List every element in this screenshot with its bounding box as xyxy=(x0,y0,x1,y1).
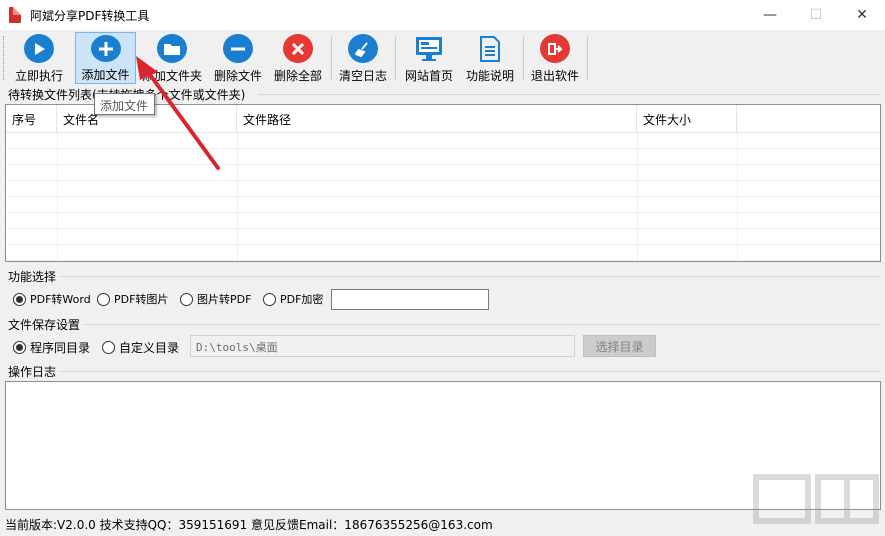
function-group-label: 功能选择 xyxy=(8,270,57,284)
column-divider xyxy=(237,133,238,261)
radio-dot xyxy=(16,344,23,351)
radio-pdf-encrypt[interactable]: PDF加密 xyxy=(263,291,323,307)
radio-label: PDF转Word xyxy=(30,293,91,306)
log-textarea[interactable] xyxy=(5,381,881,510)
table-row xyxy=(6,197,880,213)
monitor-icon xyxy=(414,34,444,63)
radio-program-directory[interactable]: 程序同目录 xyxy=(13,339,90,356)
add-file-button-label: 添加文件 xyxy=(81,68,130,82)
column-header-filepath[interactable]: 文件路径 xyxy=(237,105,637,133)
radio-circle xyxy=(102,341,115,354)
add-folder-button[interactable]: 添加文件夹 xyxy=(141,32,203,84)
delete-all-icon xyxy=(283,34,313,63)
toolbar-separator xyxy=(331,36,332,80)
password-input[interactable] xyxy=(331,289,489,310)
broom-icon xyxy=(348,34,378,63)
exit-button[interactable]: 退出软件 xyxy=(528,32,582,84)
delete-all-button[interactable]: 删除全部 xyxy=(270,32,326,84)
group-divider xyxy=(60,276,881,277)
add-folder-button-label: 添加文件夹 xyxy=(141,69,202,83)
table-row xyxy=(6,133,880,149)
play-icon xyxy=(24,34,54,63)
exit-icon xyxy=(540,34,570,63)
radio-pdf-to-image[interactable]: PDF转图片 xyxy=(97,291,168,307)
maximize-button[interactable]: ☐ xyxy=(793,0,839,30)
column-header-filesize[interactable]: 文件大小 xyxy=(637,105,737,133)
website-button[interactable]: 网站首页 xyxy=(401,32,457,84)
run-button[interactable]: 立即执行 xyxy=(10,32,68,84)
radio-label: 自定义目录 xyxy=(119,341,180,355)
toolbar-separator xyxy=(523,36,524,80)
delete-file-button[interactable]: 删除文件 xyxy=(208,32,268,84)
radio-circle xyxy=(13,341,26,354)
radio-image-to-pdf[interactable]: 图片转PDF xyxy=(180,291,251,307)
website-button-label: 网站首页 xyxy=(404,69,453,83)
radio-label: 程序同目录 xyxy=(30,341,91,355)
exit-button-label: 退出软件 xyxy=(530,69,579,83)
radio-circle xyxy=(13,292,26,306)
group-divider xyxy=(60,371,881,372)
group-divider xyxy=(258,94,881,95)
radio-dot xyxy=(16,295,23,303)
minus-icon xyxy=(223,34,253,63)
run-button-label: 立即执行 xyxy=(14,69,63,83)
tooltip: 添加文件 xyxy=(94,93,155,115)
help-button[interactable]: 功能说明 xyxy=(462,32,518,84)
radio-pdf-to-word[interactable]: PDF转Word xyxy=(13,291,91,307)
table-row xyxy=(6,165,880,181)
group-divider xyxy=(84,324,881,325)
window-title: 阿斌分享PDF转换工具 xyxy=(30,9,150,23)
plus-icon xyxy=(90,35,121,62)
delete-file-button-label: 删除文件 xyxy=(213,69,262,83)
table-row xyxy=(6,245,880,261)
toolbar-separator xyxy=(395,36,396,80)
table-row xyxy=(6,181,880,197)
column-divider xyxy=(737,133,738,261)
column-header-index[interactable]: 序号 xyxy=(6,105,57,133)
toolbar: 立即执行 添加文件 添加文件夹 删除文件 删除全部 清空日志 网站首页 功能说明… xyxy=(0,30,885,86)
minimize-button[interactable]: — xyxy=(747,0,793,30)
radio-label: PDF加密 xyxy=(280,293,324,306)
clear-log-button-label: 清空日志 xyxy=(338,69,387,83)
file-list[interactable]: 序号 文件名 文件路径 文件大小 xyxy=(5,104,881,262)
delete-all-button-label: 删除全部 xyxy=(273,69,322,83)
clear-log-button[interactable]: 清空日志 xyxy=(336,32,390,84)
save-settings-group-label: 文件保存设置 xyxy=(8,318,81,332)
log-group-label: 操作日志 xyxy=(8,365,57,379)
radio-label: PDF转图片 xyxy=(114,293,169,306)
title-bar: 阿斌分享PDF转换工具 — ☐ ✕ xyxy=(0,0,885,30)
toolbar-separator xyxy=(587,36,588,80)
radio-circle xyxy=(263,292,276,306)
document-icon xyxy=(475,34,505,63)
column-divider xyxy=(57,133,58,261)
table-row xyxy=(6,213,880,229)
pdf-app-icon xyxy=(9,7,21,23)
radio-circle xyxy=(97,292,110,306)
radio-circle xyxy=(180,292,193,306)
folder-icon xyxy=(157,34,187,63)
radio-custom-directory[interactable]: 自定义目录 xyxy=(102,339,179,356)
close-button[interactable]: ✕ xyxy=(839,0,885,30)
radio-label: 图片转PDF xyxy=(197,293,252,306)
watermark-logo xyxy=(753,474,879,524)
toolbar-grip[interactable] xyxy=(3,36,6,80)
table-row xyxy=(6,229,880,245)
table-row xyxy=(6,149,880,165)
choose-directory-button[interactable]: 选择目录 xyxy=(583,335,656,357)
column-divider xyxy=(637,133,638,261)
help-button-label: 功能说明 xyxy=(465,69,514,83)
save-path-field[interactable]: D:\tools\桌面 xyxy=(190,335,575,357)
add-file-button[interactable]: 添加文件 xyxy=(75,32,136,84)
